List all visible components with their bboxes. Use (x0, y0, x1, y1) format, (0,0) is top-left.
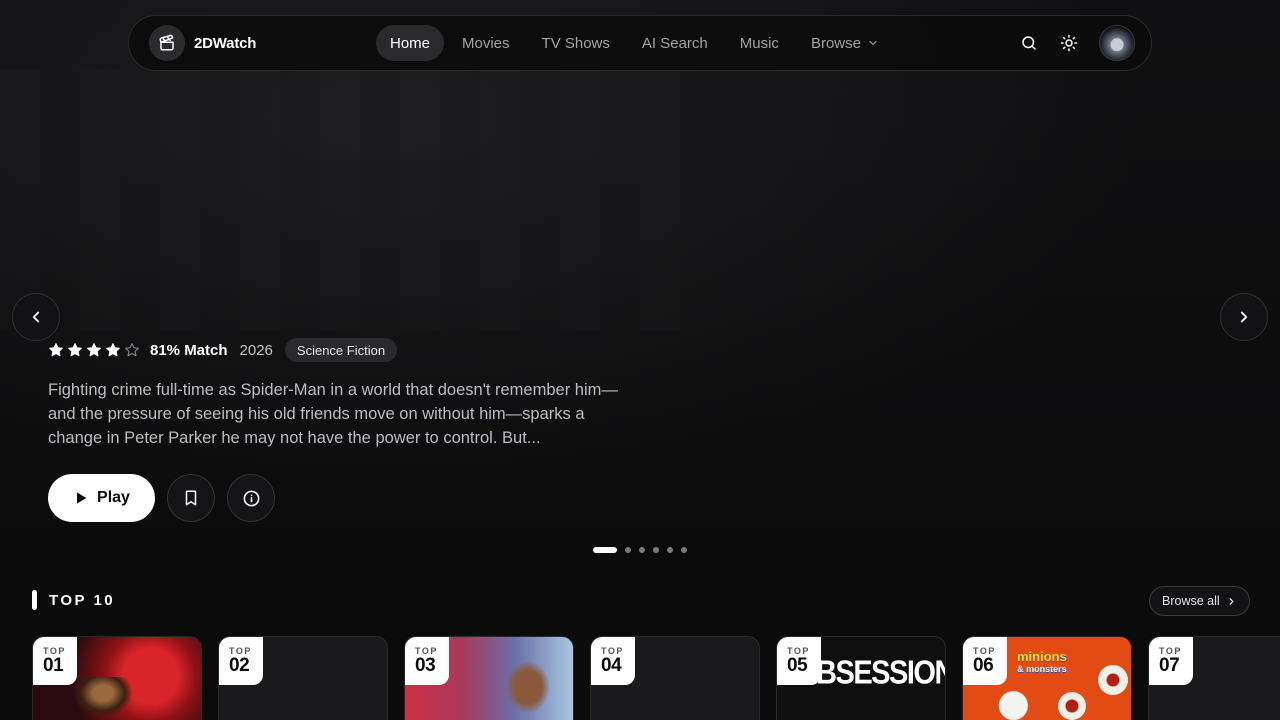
rank-badge: TOP 06 (963, 637, 1007, 685)
top10-card[interactable]: TOP 03 (404, 636, 574, 720)
rank-number: 03 (415, 655, 436, 676)
nav-ai-search-label: AI Search (641, 34, 708, 52)
rank-number: 01 (43, 655, 64, 676)
star-filled-icon (106, 343, 120, 357)
release-year: 2026 (239, 341, 273, 359)
top-nav: 2DWatch Home Movies TV Shows AI Search M… (128, 15, 1152, 71)
browse-all-button[interactable]: Browse all (1149, 586, 1250, 616)
carousel-dot[interactable] (639, 547, 645, 553)
rank-number: 04 (601, 655, 622, 676)
top10-card[interactable]: TOP 02 (218, 636, 388, 720)
top10-card[interactable]: OBSESSION TOP 05 (776, 636, 946, 720)
hero-backdrop-texture (0, 70, 700, 330)
play-button[interactable]: Play (48, 474, 155, 522)
clapperboard-icon (149, 25, 185, 61)
rank-number: 07 (1159, 655, 1180, 676)
carousel-dot[interactable] (653, 547, 659, 553)
nav-browse-label: Browse (810, 34, 861, 52)
nav-browse-dropdown[interactable]: Browse (797, 25, 893, 61)
search-button[interactable] (1011, 25, 1047, 61)
rating-stars (48, 342, 140, 358)
hero-actions: Play (48, 474, 275, 522)
brand-name: 2DWatch (194, 34, 257, 52)
star-filled-icon (87, 343, 101, 357)
nav-actions (1011, 25, 1135, 61)
poster-title-main: minions (1017, 649, 1067, 664)
carousel-dot[interactable] (681, 547, 687, 553)
top10-card[interactable]: TOP 04 (590, 636, 760, 720)
carousel-indicators (593, 547, 687, 553)
carousel-prev-button[interactable] (12, 293, 60, 341)
star-filled-icon (68, 343, 82, 357)
rank-badge: TOP 02 (219, 637, 263, 685)
star-empty-icon (125, 343, 139, 357)
rank-number: 05 (787, 655, 808, 676)
rank-badge: TOP 04 (591, 637, 635, 685)
browse-all-label: Browse all (1162, 594, 1220, 608)
section-title: TOP 10 (49, 591, 116, 609)
top10-header: TOP 10 (32, 590, 115, 610)
info-button[interactable] (227, 474, 275, 522)
carousel-dot[interactable] (593, 547, 617, 553)
chevron-right-icon (1240, 311, 1248, 323)
star-filled-icon (49, 343, 63, 357)
rank-number: 02 (229, 655, 250, 676)
hero-description: Fighting crime full-time as Spider-Man i… (48, 381, 618, 447)
rank-badge: TOP 03 (405, 637, 449, 685)
carousel-next-button[interactable] (1220, 293, 1268, 341)
nav-movies[interactable]: Movies (448, 25, 524, 61)
nav-ai-search[interactable]: AI Search (628, 25, 722, 61)
bookmark-icon (185, 490, 197, 506)
top10-card[interactable]: minions & monsters TOP 06 (962, 636, 1132, 720)
match-score: 81% Match (150, 341, 228, 359)
genre-badge: Science Fiction (284, 338, 398, 362)
nav-movies-label: Movies (462, 34, 510, 52)
nav-links: Home Movies TV Shows AI Search Music Bro… (376, 25, 897, 61)
rank-badge: TOP 01 (33, 637, 77, 685)
section-accent-bar (32, 590, 37, 610)
poster-title-art: minions & monsters (1017, 649, 1067, 675)
nav-home-label: Home (390, 34, 431, 52)
info-icon (243, 490, 259, 506)
chevron-right-icon (1229, 597, 1234, 605)
carousel-dot[interactable] (625, 547, 631, 553)
nav-music[interactable]: Music (726, 25, 793, 61)
sun-icon (1060, 34, 1078, 52)
play-label: Play (97, 489, 130, 506)
bookmark-button[interactable] (167, 474, 215, 522)
play-icon (77, 492, 87, 504)
rank-badge: TOP 05 (777, 637, 821, 685)
rank-number: 06 (973, 655, 994, 676)
brand-logo[interactable]: 2DWatch (149, 25, 256, 61)
top10-card[interactable]: TOP 07 (1148, 636, 1280, 720)
search-icon (1022, 36, 1036, 50)
hero-meta: 81% Match 2026 Science Fiction (48, 338, 398, 362)
nav-music-label: Music (739, 34, 779, 52)
rank-badge: TOP 07 (1149, 637, 1193, 685)
top10-card[interactable]: TOP 01 (32, 636, 202, 720)
nav-home[interactable]: Home (376, 25, 445, 61)
chevron-down-icon (869, 40, 877, 46)
poster-title-sub: & monsters (1017, 664, 1067, 674)
carousel-dot[interactable] (667, 547, 673, 553)
nav-tv-shows-label: TV Shows (541, 34, 610, 52)
theme-toggle-button[interactable] (1051, 25, 1087, 61)
chevron-left-icon (32, 311, 40, 323)
nav-tv-shows[interactable]: TV Shows (528, 25, 624, 61)
user-avatar[interactable] (1099, 25, 1135, 61)
